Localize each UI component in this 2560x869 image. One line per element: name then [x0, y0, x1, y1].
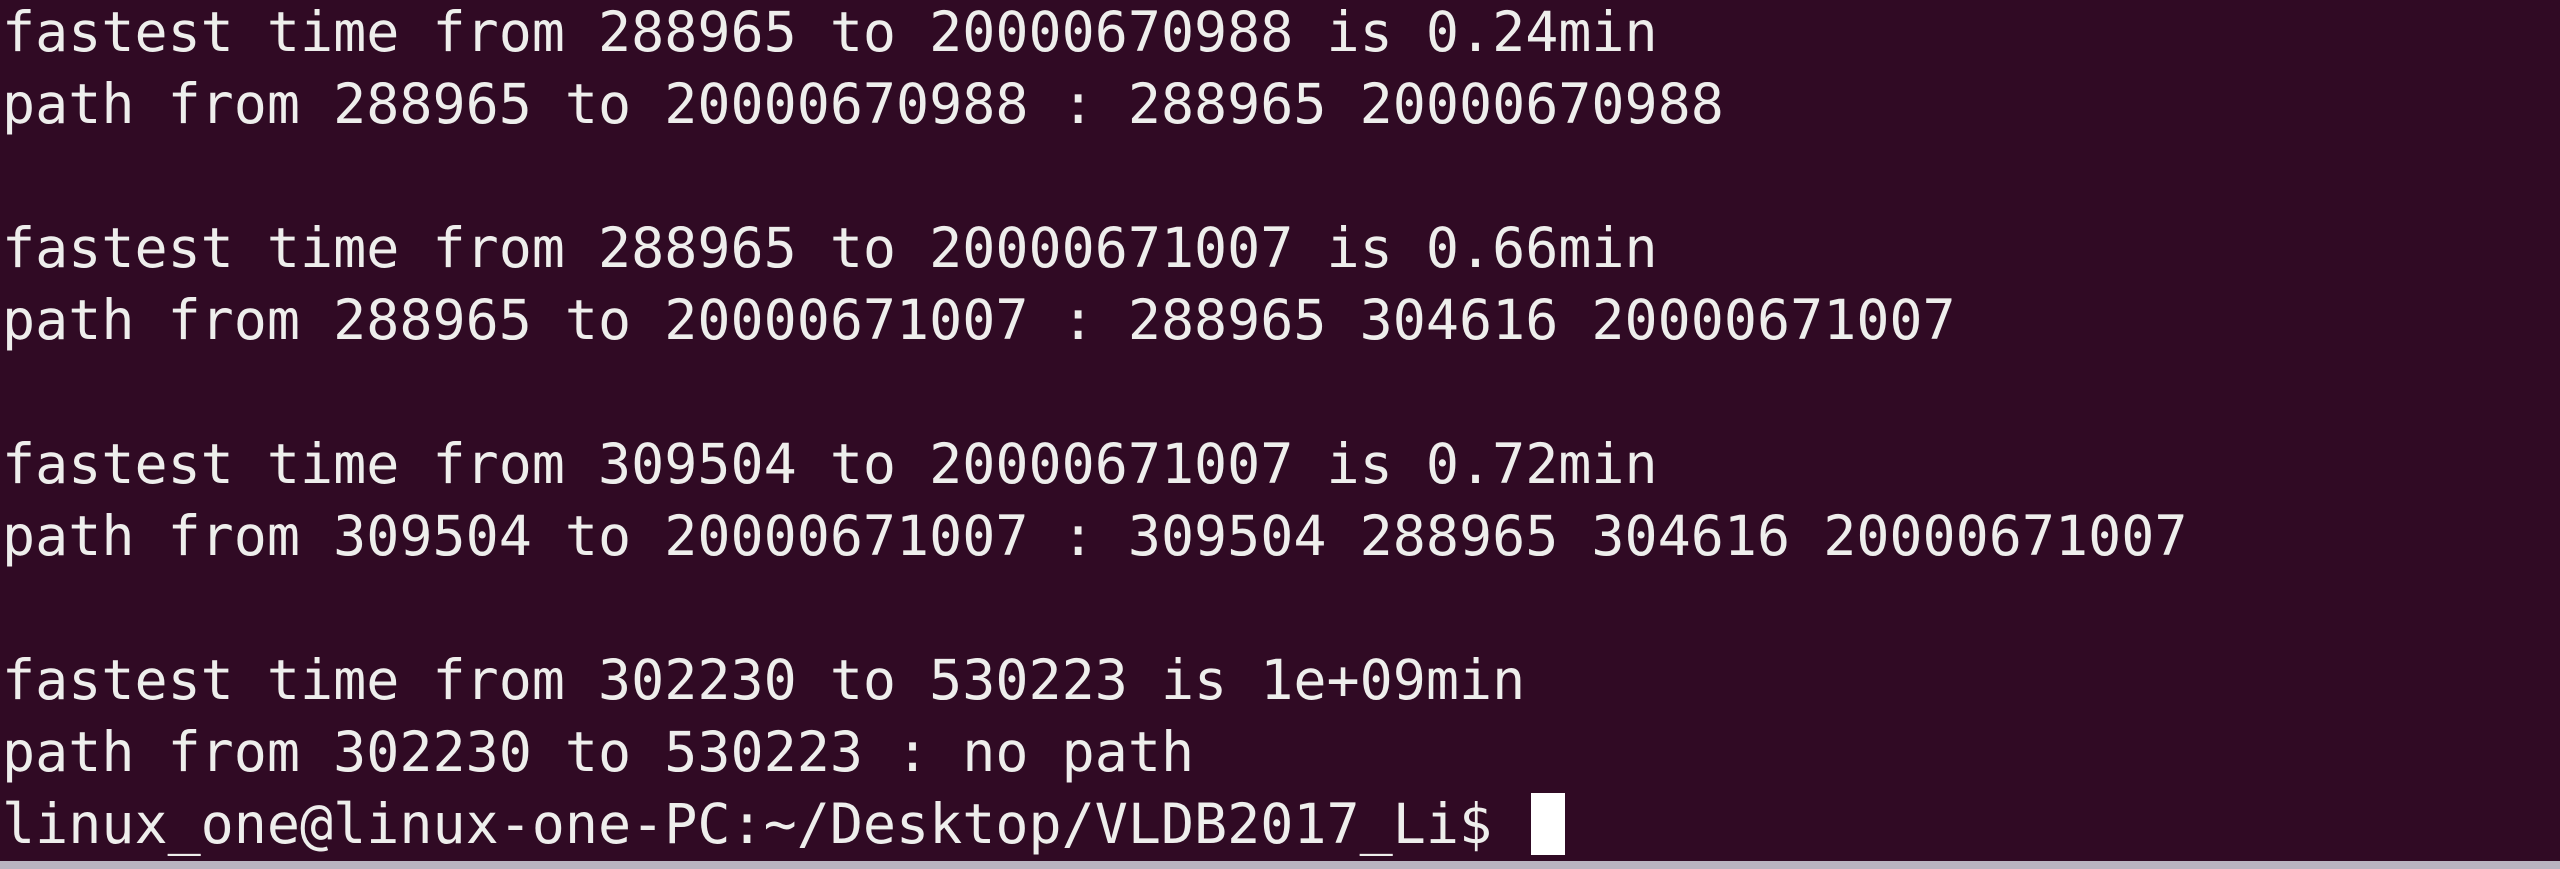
- output-line: path from 288965 to 20000670988 : 288965…: [2, 72, 1724, 136]
- output-line: path from 302230 to 530223 : no path: [2, 720, 1195, 784]
- output-line: fastest time from 309504 to 20000671007 …: [2, 432, 1658, 496]
- prompt-line[interactable]: linux_one@linux-one-PC:~/Desktop/VLDB201…: [2, 788, 2560, 860]
- output-line: fastest time from 288965 to 20000670988 …: [2, 0, 1658, 64]
- output-line: path from 309504 to 20000671007 : 309504…: [2, 504, 2188, 568]
- terminal-window[interactable]: fastest time from 288965 to 20000670988 …: [0, 0, 2560, 869]
- text-cursor: [1531, 793, 1566, 855]
- shell-prompt: linux_one@linux-one-PC:~/Desktop/VLDB201…: [2, 792, 1526, 856]
- window-bottom-border: [0, 861, 2560, 869]
- output-line: fastest time from 288965 to 20000671007 …: [2, 216, 1658, 280]
- output-line: path from 288965 to 20000671007 : 288965…: [2, 288, 1956, 352]
- output-line: fastest time from 302230 to 530223 is 1e…: [2, 648, 1526, 712]
